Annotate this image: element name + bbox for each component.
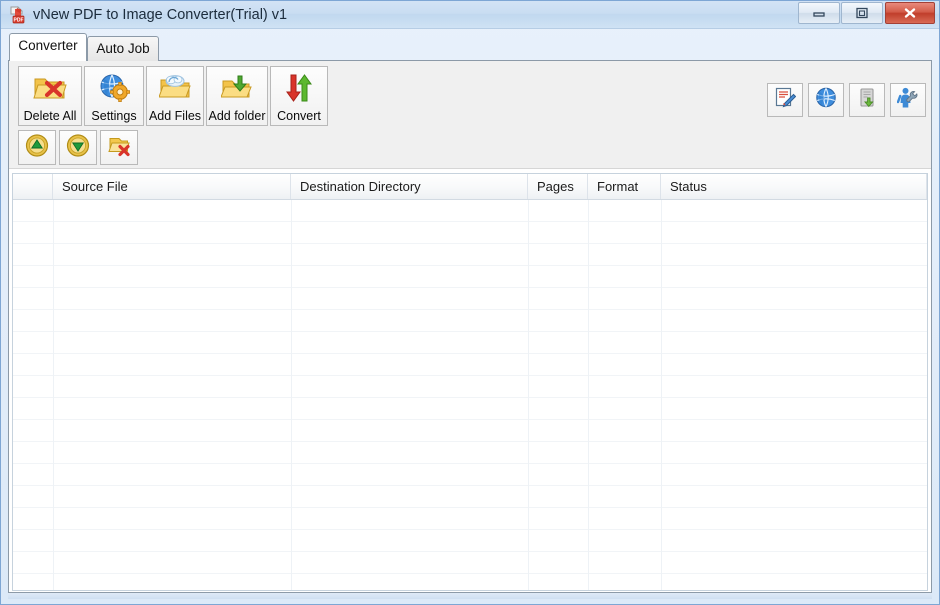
folder-delete-icon (33, 73, 67, 108)
move-up-button[interactable] (18, 130, 56, 165)
table-row[interactable] (13, 398, 927, 420)
convert-arrows-icon (283, 73, 315, 108)
table-row[interactable] (13, 552, 927, 574)
table-row[interactable] (13, 530, 927, 552)
folder-add-files-icon (158, 74, 191, 107)
table-row[interactable] (13, 376, 927, 398)
website-button[interactable] (808, 83, 844, 117)
grid-column-separator (588, 200, 589, 590)
table-row[interactable] (13, 200, 927, 222)
delete-all-button[interactable]: Delete All (18, 66, 82, 126)
window-title: vNew PDF to Image Converter(Trial) v1 (33, 7, 288, 23)
table-row[interactable] (13, 574, 927, 590)
grid-header-cell[interactable]: Pages (528, 174, 588, 199)
table-row[interactable] (13, 486, 927, 508)
delete-item-button[interactable] (100, 130, 138, 165)
person-wrench-icon (896, 87, 919, 114)
grid-body[interactable] (13, 200, 927, 590)
table-row[interactable] (13, 442, 927, 464)
document-pencil-icon (774, 87, 797, 114)
move-up-icon (25, 133, 49, 162)
add-files-button[interactable]: Add Files (146, 66, 204, 126)
svg-text:PDF: PDF (14, 18, 24, 24)
delete-all-label: Delete All (23, 109, 77, 123)
tab-converter[interactable]: Converter (9, 33, 87, 61)
move-down-icon (66, 133, 90, 162)
title-bar: PDF vNew PDF to Image Converter(Trial) v… (1, 1, 939, 29)
status-bar (8, 593, 932, 599)
converter-panel: Delete All Settings Add Files Add folder… (8, 60, 932, 593)
pdf-app-icon: PDF (8, 5, 28, 25)
convert-button[interactable]: Convert (270, 66, 328, 126)
tab-auto-job[interactable]: Auto Job (87, 36, 159, 61)
grid-column-separator (927, 200, 928, 590)
grid-header-row: Source File Destination Directory Pages For… (13, 174, 927, 200)
move-down-button[interactable] (59, 130, 97, 165)
table-row[interactable] (13, 420, 927, 442)
grid-column-separator (661, 200, 662, 590)
folder-add-icon (220, 74, 253, 107)
register-button[interactable] (767, 83, 803, 117)
globe-icon (815, 87, 837, 114)
tab-strip: Converter Auto Job (2, 30, 938, 61)
save-download-icon (857, 87, 877, 113)
settings-label: Settings (91, 109, 137, 123)
table-row[interactable] (13, 332, 927, 354)
grid-header-cell[interactable]: Destination Directory (291, 174, 528, 199)
close-button[interactable] (885, 2, 935, 24)
file-list-grid[interactable]: Source File Destination Directory Pages For… (12, 173, 928, 591)
table-row[interactable] (13, 244, 927, 266)
grid-column-separator (53, 200, 54, 590)
table-row[interactable] (13, 464, 927, 486)
main-toolbar: Delete All Settings Add Files Add folder… (9, 61, 931, 126)
grid-header-cell[interactable]: Source File (53, 174, 291, 199)
globe-gear-icon (98, 73, 130, 108)
maximize-button[interactable] (841, 2, 883, 24)
convert-label: Convert (277, 109, 321, 123)
table-row[interactable] (13, 310, 927, 332)
item-toolbar (9, 126, 931, 169)
add-files-label: Add Files (148, 109, 202, 123)
support-button[interactable] (890, 83, 926, 117)
minimize-button[interactable] (798, 2, 840, 24)
table-row[interactable] (13, 222, 927, 244)
grid-column-separator (528, 200, 529, 590)
add-folder-button[interactable]: Add folder (206, 66, 268, 126)
grid-header-cell[interactable] (13, 174, 53, 199)
settings-button[interactable]: Settings (84, 66, 144, 126)
application-window: PDF vNew PDF to Image Converter(Trial) v… (0, 0, 940, 605)
delete-item-icon (107, 133, 131, 162)
save-button[interactable] (849, 83, 885, 117)
grid-column-separator (291, 200, 292, 590)
grid-header-cell[interactable]: Format (588, 174, 661, 199)
table-row[interactable] (13, 354, 927, 376)
table-row[interactable] (13, 508, 927, 530)
grid-header-cell[interactable]: Status (661, 174, 927, 199)
table-row[interactable] (13, 266, 927, 288)
table-row[interactable] (13, 288, 927, 310)
add-folder-label: Add folder (208, 109, 266, 123)
